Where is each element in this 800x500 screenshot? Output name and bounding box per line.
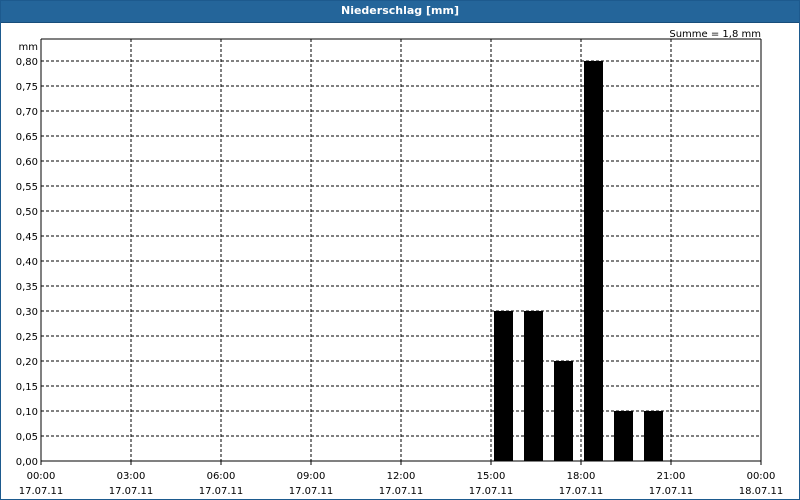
x-tick-date-label: 17.07.11 (559, 486, 604, 497)
y-tick-labels: 0,00 0,05 0,10 0,15 0,20 0,25 0,30 0,35 0,40 0,45… (16, 57, 38, 468)
y-axis-unit-label: mm (19, 42, 38, 53)
x-tick-date-label: 17.07.11 (109, 486, 154, 497)
x-tick-date-label: 17.07.11 (19, 486, 64, 497)
precipitation-bar (524, 311, 543, 461)
y-tick-label: 0,75 (16, 82, 38, 93)
precipitation-bar (584, 61, 603, 461)
y-tick-label: 0,70 (16, 107, 38, 118)
x-tick-date-label: 17.07.11 (199, 486, 244, 497)
x-tick-date-label: 17.07.11 (649, 486, 694, 497)
grid-lines (40, 39, 762, 465)
x-tick-date-label: 17.07.11 (379, 486, 424, 497)
y-tick-label: 0,10 (16, 407, 38, 418)
x-tick-date-label: 17.07.11 (289, 486, 334, 497)
x-tick-time-label: 09:00 (297, 471, 326, 482)
y-tick-label: 0,55 (16, 182, 38, 193)
precipitation-bar (494, 311, 513, 461)
sum-annotation: Summe = 1,8 mm (669, 29, 761, 40)
x-tick-time-label: 15:00 (477, 471, 506, 482)
x-tick-time-label: 00:00 (747, 471, 776, 482)
y-tick-label: 0,05 (16, 432, 38, 443)
y-tick-label: 0,40 (16, 257, 38, 268)
precipitation-chart: mm Summe = 1,8 mm 0,000,050,100,150,200,… (16, 29, 784, 497)
x-tick-time-label: 06:00 (207, 471, 236, 482)
x-tick-time-label: 03:00 (117, 471, 146, 482)
y-tick-label: 0,15 (16, 382, 38, 393)
y-tick-label: 0,65 (16, 132, 38, 143)
y-tick-label: 0,45 (16, 232, 38, 243)
y-tick-label: 0,25 (16, 332, 38, 343)
x-tick-time-label: 12:00 (387, 471, 416, 482)
x-tick-labels: 00:00 17.07.11 03:00 17.07.11 06:00 17.07.11 0… (19, 471, 784, 497)
y-tick-label: 0,35 (16, 282, 38, 293)
precipitation-bar (614, 411, 633, 461)
y-tick-label: 0,60 (16, 157, 38, 168)
precipitation-bar (554, 361, 573, 461)
x-tick-time-label: 21:00 (657, 471, 686, 482)
x-tick-date-label: 18.07.11 (739, 486, 784, 497)
x-tick-date-label: 17.07.11 (469, 486, 514, 497)
y-tick-label: 0,80 (16, 57, 38, 68)
x-tick-time-label: 00:00 (27, 471, 56, 482)
y-tick-label: 0,20 (16, 357, 38, 368)
y-tick-label: 0,30 (16, 307, 38, 318)
y-tick-label: 0,50 (16, 207, 38, 218)
precipitation-bar (644, 411, 663, 461)
x-tick-time-label: 18:00 (567, 471, 596, 482)
y-tick-label: 0,00 (16, 457, 38, 468)
